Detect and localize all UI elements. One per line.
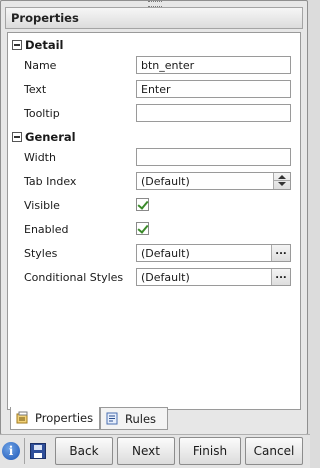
tab-properties[interactable]: Properties bbox=[10, 407, 100, 430]
name-field[interactable]: btn_enter bbox=[136, 56, 291, 74]
visible-label: Visible bbox=[24, 199, 60, 212]
toolbar-separator bbox=[24, 438, 25, 464]
row-conditional-styles: Conditional Styles (Default) ... bbox=[8, 266, 300, 290]
name-value: btn_enter bbox=[141, 59, 195, 72]
visible-checkbox[interactable] bbox=[136, 198, 149, 211]
spinner-control[interactable] bbox=[273, 173, 290, 189]
styles-label: Styles bbox=[24, 247, 58, 260]
spin-down-icon[interactable] bbox=[278, 182, 286, 186]
text-field[interactable]: Enter bbox=[136, 80, 291, 98]
row-width: Width bbox=[8, 146, 300, 170]
width-field[interactable] bbox=[136, 148, 291, 166]
finish-button[interactable]: Finish bbox=[179, 437, 241, 465]
enabled-label: Enabled bbox=[24, 223, 69, 236]
title-bar: Properties bbox=[5, 7, 303, 29]
tab-rules-label: Rules bbox=[125, 412, 157, 426]
text-value: Enter bbox=[141, 83, 171, 96]
row-tab-index: Tab Index (Default) bbox=[8, 170, 300, 194]
styles-field[interactable]: (Default) ... bbox=[136, 244, 291, 262]
collapse-general-icon[interactable] bbox=[12, 132, 22, 142]
tab-index-stepper[interactable]: (Default) bbox=[136, 172, 291, 190]
tab-index-value: (Default) bbox=[141, 175, 190, 188]
row-visible: Visible bbox=[8, 194, 300, 218]
row-text: Text Enter bbox=[8, 78, 300, 102]
text-label: Text bbox=[24, 83, 47, 96]
cancel-button[interactable]: Cancel bbox=[245, 437, 303, 465]
properties-window: Properties Detail Name btn_enter Text En… bbox=[0, 0, 308, 435]
window-title: Properties bbox=[11, 11, 79, 25]
tooltip-label: Tooltip bbox=[24, 107, 60, 120]
next-button[interactable]: Next bbox=[117, 437, 175, 465]
panel-tabs: Properties Rules bbox=[7, 407, 301, 430]
tab-index-label: Tab Index bbox=[24, 175, 77, 188]
properties-panel: Detail Name btn_enter Text Enter Tooltip… bbox=[7, 32, 301, 410]
conditional-styles-label: Conditional Styles bbox=[24, 271, 124, 284]
properties-icon bbox=[16, 411, 28, 424]
enabled-checkbox[interactable] bbox=[136, 222, 149, 235]
info-icon[interactable]: i bbox=[2, 442, 20, 460]
rules-icon bbox=[106, 412, 118, 425]
row-tooltip: Tooltip bbox=[8, 102, 300, 126]
spin-up-icon[interactable] bbox=[278, 175, 286, 179]
save-icon[interactable] bbox=[30, 443, 46, 459]
section-detail[interactable]: Detail bbox=[8, 36, 300, 54]
section-detail-label: Detail bbox=[25, 38, 64, 52]
styles-browse-button[interactable]: ... bbox=[271, 245, 290, 261]
back-button[interactable]: Back bbox=[55, 437, 113, 465]
tooltip-field[interactable] bbox=[136, 104, 291, 122]
conditional-styles-field[interactable]: (Default) ... bbox=[136, 268, 291, 286]
tab-properties-label: Properties bbox=[35, 411, 94, 425]
name-label: Name bbox=[24, 59, 57, 72]
conditional-styles-browse-button[interactable]: ... bbox=[271, 269, 290, 285]
section-general-label: General bbox=[25, 130, 76, 144]
conditional-styles-value: (Default) bbox=[141, 271, 190, 284]
row-name: Name btn_enter bbox=[8, 54, 300, 78]
styles-value: (Default) bbox=[141, 247, 190, 260]
tab-rules[interactable]: Rules bbox=[100, 407, 168, 430]
section-general[interactable]: General bbox=[8, 128, 300, 146]
spinner-divider bbox=[274, 180, 290, 181]
row-styles: Styles (Default) ... bbox=[8, 242, 300, 266]
row-enabled: Enabled bbox=[8, 218, 300, 242]
bottom-toolbar: i Back Next Finish Cancel bbox=[0, 434, 310, 468]
width-label: Width bbox=[24, 151, 56, 164]
collapse-detail-icon[interactable] bbox=[12, 40, 22, 50]
